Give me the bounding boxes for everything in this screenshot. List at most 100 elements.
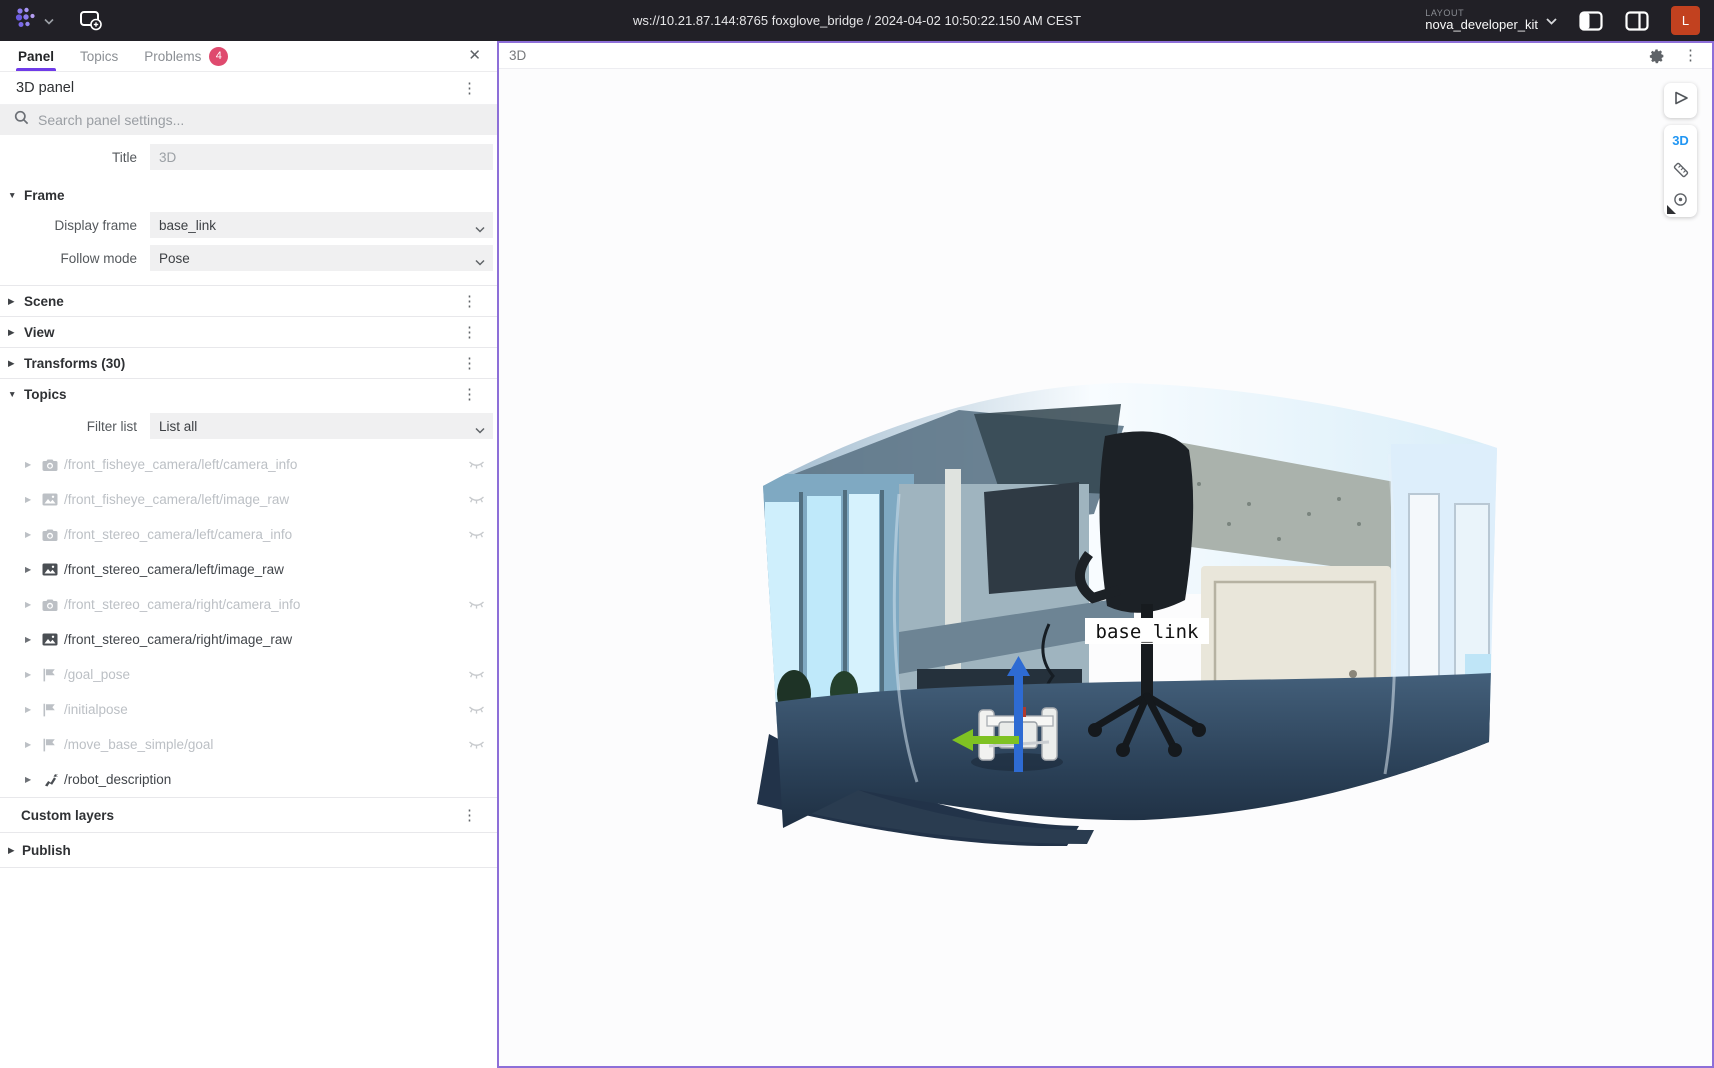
image-icon (42, 493, 64, 506)
tab-topics[interactable]: Topics (80, 41, 118, 71)
image-icon (42, 563, 64, 576)
expand-triangle-icon[interactable]: ▶ (25, 670, 42, 679)
topic-row[interactable]: ▶ c /robot_description (0, 762, 497, 797)
flag-icon (42, 703, 64, 717)
display-frame-select[interactable]: base_link (150, 212, 493, 238)
section-label: Publish (22, 843, 71, 858)
kebab-menu-icon[interactable]: ⋮ (458, 292, 481, 311)
add-panel-button[interactable] (78, 8, 103, 33)
select-tool-button[interactable] (1664, 83, 1697, 118)
eye-off-icon[interactable] (465, 599, 485, 611)
close-icon[interactable]: ✕ (468, 48, 481, 63)
section-publish[interactable]: ▶ Publish (0, 833, 497, 867)
expand-triangle-icon[interactable]: ▶ (25, 530, 42, 539)
section-label: Transforms (30) (22, 356, 458, 371)
kebab-menu-icon[interactable]: ⋮ (458, 385, 481, 404)
expand-triangle-icon[interactable]: ▶ (25, 775, 42, 784)
topic-name: /initialpose (64, 702, 465, 717)
section-label: Custom layers (21, 808, 114, 823)
expand-triangle-icon[interactable]: ▶ (25, 495, 42, 504)
tab-panel[interactable]: Panel (18, 41, 54, 71)
collapse-triangle-icon: ▼ (8, 190, 22, 200)
measure-ruler-icon[interactable] (1672, 161, 1690, 179)
topic-list: ▶ /front_fisheye_camera/left/camera_info… (0, 447, 497, 797)
eye-off-icon[interactable] (465, 459, 485, 471)
section-label: Scene (22, 294, 458, 309)
topic-name: /goal_pose (64, 667, 465, 682)
eye-off-icon[interactable] (465, 704, 485, 716)
toolbar-resize-handle[interactable] (1667, 205, 1676, 214)
section-label: Topics (22, 387, 458, 402)
layout-picker[interactable]: LAYOUT nova_developer_kit (1425, 8, 1557, 33)
collapse-triangle-icon: ▶ (8, 845, 22, 856)
display-frame-value: base_link (159, 218, 216, 233)
topic-row[interactable]: ▶ /move_base_simple/goal (0, 727, 497, 762)
right-sidebar-toggle-icon[interactable] (1625, 11, 1649, 31)
eye-off-icon[interactable] (465, 529, 485, 541)
title-field-label: Title (0, 150, 150, 165)
topic-row[interactable]: ▶ /front_stereo_camera/left/image_raw (0, 552, 497, 587)
section-custom-layers[interactable]: Custom layers ⋮ (0, 798, 497, 832)
layout-name: nova_developer_kit (1425, 18, 1538, 33)
filter-list-value: List all (159, 419, 197, 434)
expand-triangle-icon[interactable]: ▶ (25, 460, 42, 469)
topic-name: /move_base_simple/goal (64, 737, 465, 752)
expand-triangle-icon[interactable]: ▶ (25, 600, 42, 609)
kebab-menu-icon[interactable]: ⋮ (458, 354, 481, 373)
kebab-menu-icon[interactable]: ⋮ (458, 806, 481, 825)
frame-label: base_link (1085, 618, 1209, 644)
left-sidebar-toggle-icon[interactable] (1579, 11, 1603, 31)
eye-off-icon[interactable] (465, 494, 485, 506)
topic-row[interactable]: ▶ /initialpose (0, 692, 497, 727)
view-tool-group: 3D (1664, 125, 1697, 217)
section-transforms[interactable]: ▶ Transforms (30) ⋮ (0, 348, 497, 378)
image-icon (42, 633, 64, 646)
3d-scene[interactable]: base_link (749, 374, 1511, 846)
tab-problems[interactable]: Problems 4 (144, 41, 228, 71)
gear-icon[interactable] (1649, 48, 1665, 64)
user-avatar[interactable]: L (1671, 6, 1700, 35)
kebab-menu-icon[interactable]: ⋮ (458, 79, 481, 98)
eye-off-icon[interactable] (465, 669, 485, 681)
expand-triangle-icon[interactable]: ▶ (25, 740, 42, 749)
camera-icon (42, 458, 64, 472)
topic-name: /front_fisheye_camera/left/image_raw (64, 492, 465, 507)
section-topics[interactable]: ▼ Topics ⋮ (0, 379, 497, 409)
filter-list-label: Filter list (0, 419, 150, 434)
section-frame[interactable]: ▼ Frame (0, 180, 497, 210)
display-frame-label: Display frame (0, 218, 150, 233)
topic-row[interactable]: ▶ /goal_pose (0, 657, 497, 692)
section-label: View (22, 325, 458, 340)
topic-row[interactable]: ▶ /front_fisheye_camera/left/camera_info (0, 447, 497, 482)
kebab-menu-icon[interactable]: ⋮ (458, 323, 481, 342)
search-input[interactable] (38, 112, 483, 128)
section-view[interactable]: ▶ View ⋮ (0, 317, 497, 347)
topic-name: /front_stereo_camera/left/image_raw (64, 562, 465, 577)
mode-3d-button[interactable]: 3D (1672, 133, 1689, 148)
3d-panel: 3D ⋮ 3D (497, 41, 1714, 1068)
problems-count-badge: 4 (209, 47, 228, 66)
title-field[interactable]: 3D (150, 144, 493, 170)
expand-triangle-icon[interactable]: ▶ (25, 565, 42, 574)
chevron-down-icon (44, 12, 54, 30)
topic-row[interactable]: ▶ /front_stereo_camera/right/image_raw (0, 622, 497, 657)
eye-off-icon[interactable] (465, 739, 485, 751)
cursor-arrow-icon (1671, 88, 1691, 113)
panel-settings-search[interactable] (0, 105, 497, 135)
follow-mode-select[interactable]: Pose (150, 245, 493, 271)
expand-triangle-icon[interactable]: ▶ (25, 705, 42, 714)
section-scene[interactable]: ▶ Scene ⋮ (0, 286, 497, 316)
topic-row[interactable]: ▶ /front_stereo_camera/right/camera_info (0, 587, 497, 622)
topic-row[interactable]: ▶ /front_fisheye_camera/left/image_raw (0, 482, 497, 517)
topic-name: /robot_description (64, 772, 465, 787)
kebab-menu-icon[interactable]: ⋮ (1679, 46, 1702, 65)
topic-name: /front_stereo_camera/left/camera_info (64, 527, 465, 542)
topic-row[interactable]: ▶ /front_stereo_camera/left/camera_info (0, 517, 497, 552)
3d-panel-header[interactable]: 3D ⋮ (499, 43, 1712, 69)
camera-icon (42, 528, 64, 542)
collapse-triangle-icon: ▼ (8, 389, 22, 399)
topic-name: /front_fisheye_camera/left/camera_info (64, 457, 465, 472)
app-menu-button[interactable] (14, 5, 54, 36)
expand-triangle-icon[interactable]: ▶ (25, 635, 42, 644)
filter-list-select[interactable]: List all (150, 413, 493, 439)
